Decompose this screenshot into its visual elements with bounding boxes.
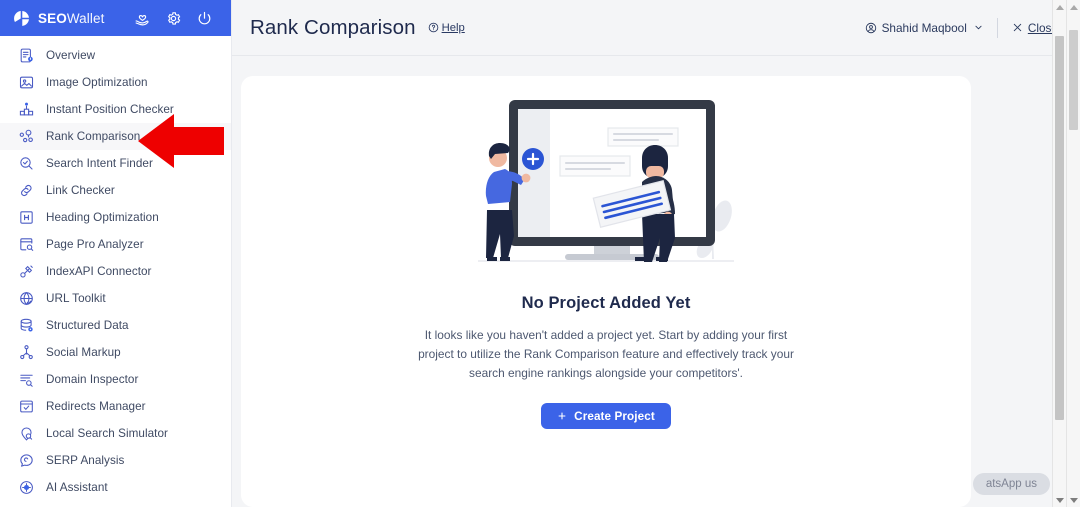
sidebar-item-label: Link Checker [46,184,115,197]
search-check-icon [20,157,33,170]
robot-gear-icon [20,481,33,494]
sidebar-item-instant-position-checker[interactable]: Instant Position Checker [0,96,231,123]
pie-chart-logo-icon [14,10,29,26]
brand-wallet: Wallet [66,10,105,26]
sidebar-nav: Overview Image Optimization Instant Posi… [0,36,231,507]
inner-content-scrollbar[interactable] [1052,0,1066,507]
sidebar-item-indexapi-connector[interactable]: IndexAPI Connector [0,258,231,285]
sidebar-item-label: Structured Data [46,319,129,332]
user-circle-icon [865,22,876,33]
brand-bar: SEOWallet [0,0,231,36]
sidebar-item-label: Social Markup [46,346,121,359]
sidebar-item-label: Redirects Manager [46,400,146,413]
sidebar-item-redirects-manager[interactable]: Redirects Manager [0,393,231,420]
help-link[interactable]: Help [428,22,465,34]
create-project-label: Create Project [574,409,655,423]
sidebar-item-label: Rank Comparison [46,130,141,143]
sidebar-item-label: Domain Inspector [46,373,139,386]
scrollbar-up-arrow-icon[interactable] [1067,1,1080,13]
sidebar-item-structured-data[interactable]: Structured Data [0,312,231,339]
sidebar-item-label: IndexAPI Connector [46,265,152,278]
two-people-adding-project-to-monitor-illustration [478,100,734,262]
heading-h-icon [20,211,33,224]
link-icon [21,184,32,197]
sidebar-item-search-intent-finder[interactable]: Search Intent Finder [0,150,231,177]
whatsapp-us-widget[interactable]: atsApp us [972,473,1050,495]
scrollbar-down-arrow-icon[interactable] [1067,494,1080,506]
scrollbar-thumb[interactable] [1055,36,1064,420]
sidebar-item-label: Image Optimization [46,76,148,89]
sidebar-item-image-optimization[interactable]: Image Optimization [0,69,231,96]
sidebar-item-label: Page Pro Analyzer [46,238,144,251]
map-pin-search-icon [21,427,33,441]
share-nodes-icon [20,345,33,360]
list-magnifier-icon [20,374,33,387]
top-bar: Rank Comparison Help Shahid Maqbool Clos… [232,0,1080,56]
sidebar-item-domain-inspector[interactable]: Domain Inspector [0,366,231,393]
gear-icon[interactable] [165,10,182,27]
scrollbar-down-arrow-icon[interactable] [1053,494,1066,506]
top-bar-divider [996,17,998,38]
main-panel: Rank Comparison Help Shahid Maqbool Clos… [232,0,1080,507]
empty-state-description: It looks like you haven't added a projec… [418,328,794,380]
content-area: No Project Added Yet It looks like you h… [232,56,1080,507]
browser-scrollbar[interactable] [1066,0,1080,507]
brand-bar-icons [134,10,219,27]
sidebar-item-rank-comparison[interactable]: Rank Comparison [0,123,231,150]
user-name: Shahid Maqbool [881,20,967,35]
sidebar-item-label: Heading Optimization [46,211,159,224]
sidebar-item-label: URL Toolkit [46,292,106,305]
sidebar-item-label: AI Assistant [46,481,108,494]
user-menu[interactable]: Shahid Maqbool [865,21,983,35]
sidebar-item-label: Local Search Simulator [46,427,168,440]
page-magnifier-icon [20,238,34,251]
brand-seo: SEO [38,10,67,26]
empty-state-card: No Project Added Yet It looks like you h… [241,76,971,507]
close-x-icon [1013,23,1022,32]
sidebar-item-label: SERP Analysis [46,454,125,467]
app-root: SEOWallet Overview Image Optimization In… [0,0,1080,507]
sidebar-item-serp-analysis[interactable]: SERP Analysis [0,447,231,474]
sidebar-item-local-search-simulator[interactable]: Local Search Simulator [0,420,231,447]
sidebar-item-heading-optimization[interactable]: Heading Optimization [0,204,231,231]
podium-icon [19,102,34,116]
sidebar-item-label: Instant Position Checker [46,103,174,116]
sidebar-item-ai-assistant[interactable]: AI Assistant [0,474,231,501]
question-circle-icon [428,22,438,33]
power-icon[interactable] [196,10,213,27]
sidebar-item-overview[interactable]: Overview [0,42,231,69]
plug-connector-icon [20,265,33,278]
globe-check-icon [20,291,33,306]
sidebar-item-label: Search Intent Finder [46,157,153,170]
image-icon [19,76,34,89]
database-gear-icon [20,318,33,332]
sidebar-item-link-checker[interactable]: Link Checker [0,177,231,204]
speech-bubble-icon [20,454,33,467]
brand-title: SEOWallet [38,11,104,26]
top-bar-right: Shahid Maqbool Close [865,17,1058,38]
plus-icon [558,412,566,420]
window-check-icon [20,400,33,413]
sidebar-item-url-toolkit[interactable]: URL Toolkit [0,285,231,312]
chevron-down-icon [975,25,982,30]
page-title: Rank Comparison [250,15,416,39]
sidebar-item-page-pro-analyzer[interactable]: Page Pro Analyzer [0,231,231,258]
create-project-button[interactable]: Create Project [541,403,671,429]
help-label: Help [441,21,465,34]
heart-in-hand-icon[interactable] [134,10,151,27]
scrollbar-thumb[interactable] [1069,30,1078,130]
empty-state-title: No Project Added Yet [521,294,691,312]
document-badge-icon [20,48,33,63]
sidebar-item-label: Overview [46,49,96,62]
sidebar-item-social-markup[interactable]: Social Markup [0,339,231,366]
scrollbar-up-arrow-icon[interactable] [1053,1,1066,13]
nodes-compare-icon [19,129,33,143]
sidebar: SEOWallet Overview Image Optimization In… [0,0,232,507]
